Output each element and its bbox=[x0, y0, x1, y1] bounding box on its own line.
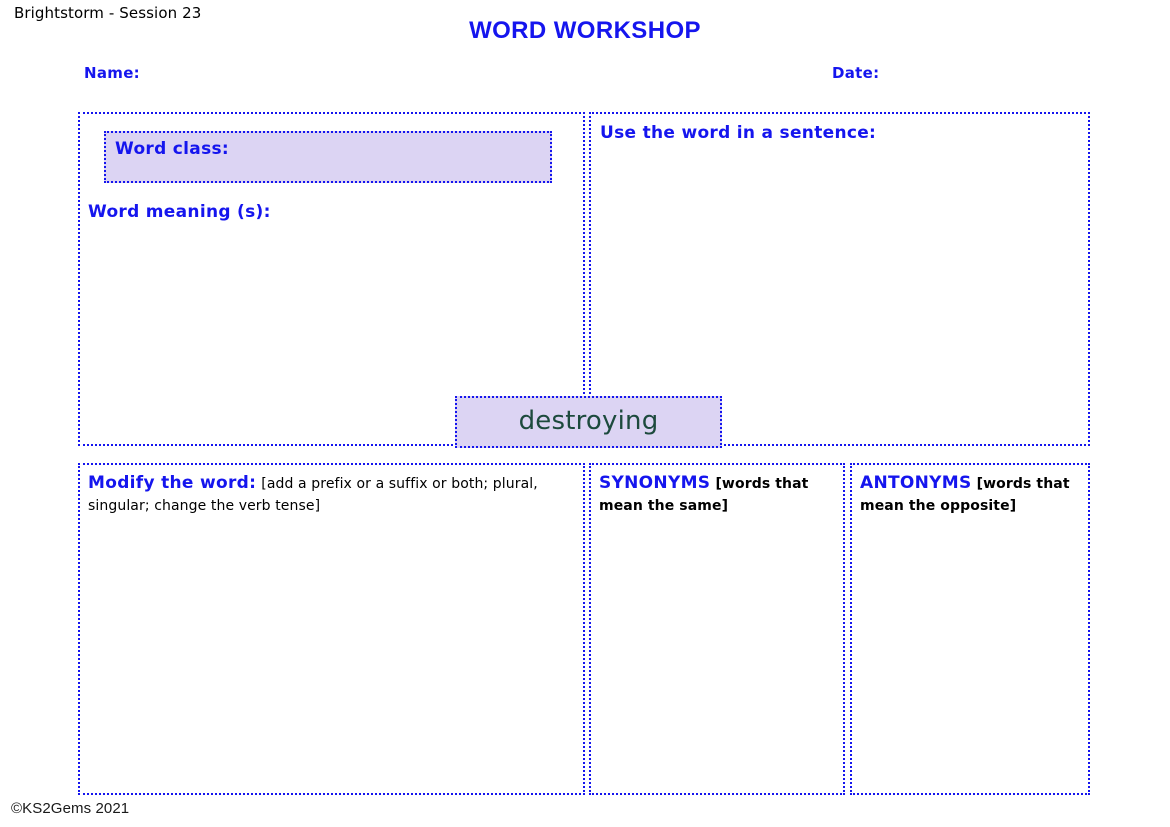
focus-word-box[interactable]: destroying bbox=[455, 396, 722, 448]
page-title: WORD WORKSHOP bbox=[469, 17, 701, 44]
synonyms-panel[interactable]: SYNONYMS [words that mean the same] bbox=[589, 463, 845, 795]
date-field-label: Date: bbox=[832, 64, 880, 82]
name-field-label: Name: bbox=[84, 64, 140, 82]
synonyms-heading: SYNONYMS [words that mean the same] bbox=[599, 472, 837, 516]
modify-word-panel[interactable]: Modify the word: [add a prefix or a suff… bbox=[78, 463, 585, 795]
modify-word-heading: Modify the word: [add a prefix or a suff… bbox=[88, 472, 577, 516]
word-class-label: Word class: bbox=[115, 139, 230, 159]
focus-word-text: destroying bbox=[518, 406, 659, 436]
word-class-box[interactable]: Word class: bbox=[104, 131, 552, 183]
worksheet-page: Brightstorm - Session 23 WORD WORKSHOP N… bbox=[0, 0, 1170, 827]
copyright-notice: ©KS2Gems 2021 bbox=[11, 800, 130, 817]
modify-word-label: Modify the word: bbox=[88, 473, 257, 493]
sentence-label: Use the word in a sentence: bbox=[600, 123, 877, 143]
word-meaning-label: Word meaning (s): bbox=[88, 202, 271, 222]
synonyms-label: SYNONYMS bbox=[599, 473, 711, 493]
antonyms-panel[interactable]: ANTONYMS [words that mean the opposite] bbox=[850, 463, 1090, 795]
antonyms-label: ANTONYMS bbox=[860, 473, 972, 493]
antonyms-heading: ANTONYMS [words that mean the opposite] bbox=[860, 472, 1082, 516]
